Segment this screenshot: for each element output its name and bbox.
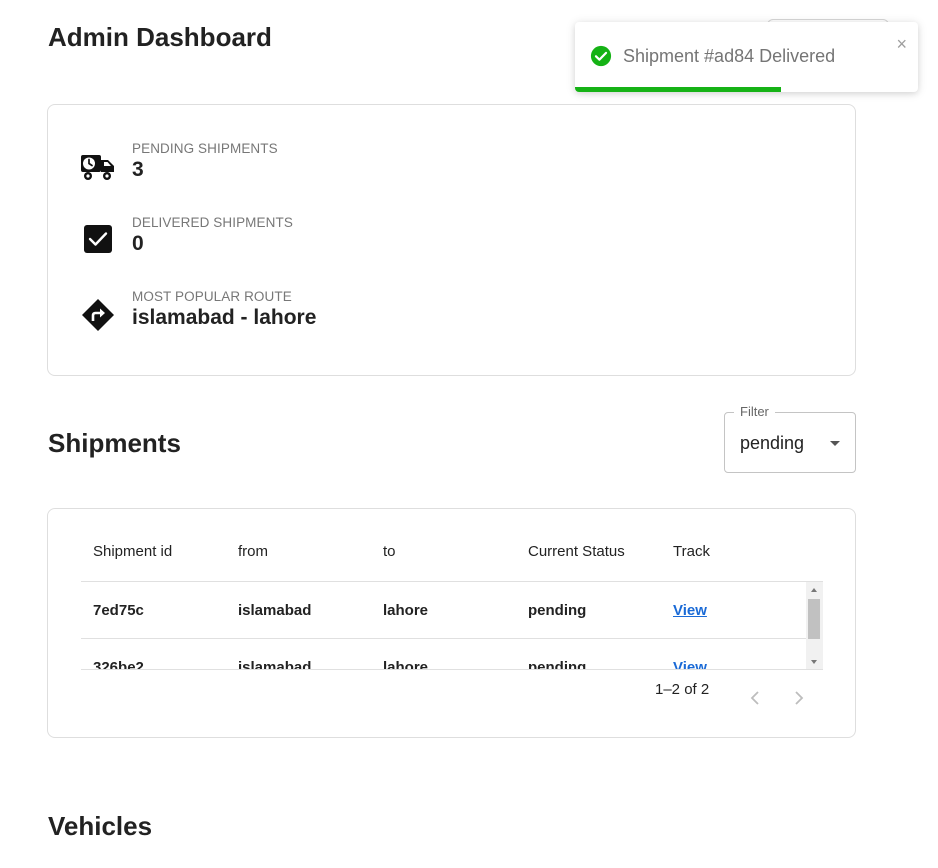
next-page-button[interactable] bbox=[789, 688, 809, 708]
cell-to: lahore bbox=[383, 659, 429, 670]
table-header: Shipment id from to Current Status Track bbox=[81, 509, 823, 582]
toast-progress-bar bbox=[575, 87, 781, 92]
admin-dashboard-page: Admin Dashboard Shipment #ad84 Delivered… bbox=[0, 0, 938, 868]
cell-status: pending bbox=[528, 659, 587, 670]
filter-select[interactable]: Filter pending bbox=[724, 404, 856, 473]
cell-shipment-id: 326be2 bbox=[93, 659, 144, 670]
cell-from: islamabad bbox=[238, 659, 312, 670]
column-header: from bbox=[238, 543, 268, 560]
cell-shipment-id: 7ed75c bbox=[93, 602, 144, 619]
checkbox-checked-icon bbox=[84, 225, 112, 253]
chevron-down-icon bbox=[830, 441, 840, 446]
cell-from: islamabad bbox=[238, 602, 312, 619]
view-track-link[interactable]: View bbox=[673, 602, 707, 619]
scrollbar-thumb[interactable] bbox=[808, 599, 820, 639]
column-header: to bbox=[383, 543, 396, 560]
stat-label: PENDING SHIPMENTS bbox=[132, 141, 278, 156]
toast-notification: Shipment #ad84 Delivered × bbox=[575, 22, 918, 92]
toast-progress-track bbox=[575, 87, 918, 92]
check-circle-icon bbox=[590, 45, 612, 67]
column-header: Track bbox=[673, 543, 710, 560]
column-header: Shipment id bbox=[93, 543, 173, 560]
filter-label: Filter bbox=[734, 404, 775, 419]
cell-status: pending bbox=[528, 602, 587, 619]
table-row: 7ed75c islamabad lahore pending View bbox=[81, 582, 806, 639]
column-header: Current Status bbox=[528, 543, 625, 560]
vertical-scrollbar[interactable] bbox=[806, 582, 823, 669]
view-track-link[interactable]: View bbox=[673, 659, 707, 669]
vehicles-title: Vehicles bbox=[48, 811, 153, 841]
cell-to: lahore bbox=[383, 602, 429, 619]
stat-value: islamabad - lahore bbox=[132, 306, 317, 329]
shipments-title: Shipments bbox=[48, 428, 181, 458]
filter-value: pending bbox=[740, 433, 805, 453]
page-title: Admin Dashboard bbox=[48, 22, 272, 52]
pagination-info: 1–2 of 2 bbox=[655, 681, 710, 698]
stat-value: 3 bbox=[132, 158, 144, 181]
chevron-left-icon bbox=[750, 691, 759, 705]
toast-message: Shipment #ad84 Delivered bbox=[623, 46, 836, 66]
stats-card: PENDING SHIPMENTS 3 DELIVERED SHIPMENTS … bbox=[47, 104, 856, 376]
truck-clock-icon bbox=[81, 155, 114, 180]
stat-label: DELIVERED SHIPMENTS bbox=[132, 215, 293, 230]
stat-value: 0 bbox=[132, 232, 144, 255]
chevron-right-icon bbox=[795, 691, 804, 705]
stat-label: MOST POPULAR ROUTE bbox=[132, 289, 292, 304]
table-row: 326be2 islamabad lahore pending View bbox=[81, 639, 806, 670]
scroll-up-icon[interactable] bbox=[811, 588, 817, 592]
scroll-down-icon[interactable] bbox=[811, 660, 817, 664]
close-icon[interactable]: × bbox=[896, 35, 907, 53]
previous-page-button[interactable] bbox=[745, 688, 765, 708]
shipments-table-card: Shipment id from to Current Status Track… bbox=[47, 508, 856, 738]
directions-icon bbox=[82, 299, 114, 331]
table-body[interactable]: 7ed75c islamabad lahore pending View 326… bbox=[81, 582, 823, 670]
